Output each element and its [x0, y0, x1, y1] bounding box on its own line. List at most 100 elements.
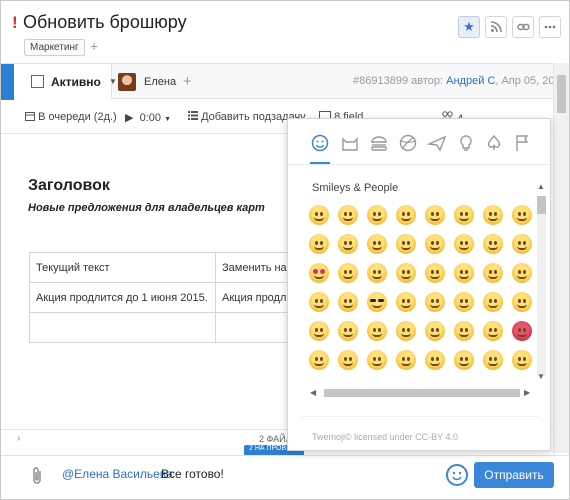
emoji-stuck-out-tongue-closed-icon[interactable] — [483, 263, 503, 283]
author-link[interactable]: Андрей С — [446, 75, 495, 87]
task-window: ! Обновить брошюру Маркетинг + ★ Активно… — [0, 0, 570, 500]
arrow-left-icon[interactable]: ◀ — [310, 388, 316, 397]
emoji-laughing-icon[interactable] — [512, 205, 532, 225]
emoji-neutral-icon[interactable] — [483, 292, 503, 312]
burger-icon[interactable] — [369, 133, 389, 153]
emoji-worried-icon[interactable] — [454, 321, 474, 341]
emoji-no-mouth-icon[interactable] — [454, 292, 474, 312]
scrollbar-thumb[interactable] — [557, 75, 566, 113]
scrollbar-thumb[interactable] — [537, 196, 546, 214]
timer-value: 0:00 — [139, 112, 162, 124]
assignee-name[interactable]: Елена — [144, 76, 176, 88]
priority-mark[interactable]: ! — [12, 13, 18, 33]
status-dropdown[interactable]: Активно ▼ — [14, 64, 117, 99]
spade-icon[interactable] — [484, 133, 504, 153]
emoji-kissing-smiling-icon[interactable] — [396, 263, 416, 283]
emoji-persevere-icon[interactable] — [425, 350, 445, 370]
emoji-horizontal-scrollbar[interactable]: ◀ ▶ — [308, 387, 534, 399]
cat-icon[interactable] — [340, 133, 360, 153]
emoji-nerd-icon[interactable] — [338, 292, 358, 312]
link-button[interactable] — [512, 16, 534, 38]
emoji-smiley-icon[interactable] — [425, 205, 445, 225]
ball-icon[interactable] — [398, 133, 418, 153]
emoji-money-mouth-icon[interactable] — [309, 292, 329, 312]
add-assignee-button[interactable]: + — [183, 73, 192, 90]
emoji-smile-icon[interactable] — [454, 205, 474, 225]
emoji-frowning-icon[interactable] — [396, 350, 416, 370]
emoji-heart-eyes-icon[interactable] — [309, 263, 329, 283]
table-cell[interactable] — [29, 312, 216, 343]
queue-button[interactable]: В очереди (2д.) — [25, 111, 117, 123]
emoji-disappointed-icon[interactable] — [425, 321, 445, 341]
task-title[interactable]: Обновить брошюру — [23, 12, 187, 33]
bulb-icon[interactable] — [456, 133, 476, 153]
comment-text[interactable]: Все готово! — [161, 467, 224, 481]
emoji-flushed-icon[interactable] — [396, 321, 416, 341]
paperclip-icon[interactable] — [31, 466, 45, 486]
send-button[interactable]: Отправить — [474, 462, 554, 488]
emoji-toggle-button[interactable] — [446, 464, 468, 486]
emoji-unamused-icon[interactable] — [309, 321, 329, 341]
scroll-track — [537, 196, 546, 376]
emoji-confused-icon[interactable] — [338, 350, 358, 370]
chevron-right-icon[interactable]: › — [17, 433, 20, 444]
emoji-rolling-eyes-icon[interactable] — [338, 321, 358, 341]
rss-button[interactable] — [485, 16, 507, 38]
emoji-angry-icon[interactable] — [483, 321, 503, 341]
emoji-innocent-icon[interactable] — [309, 234, 329, 254]
emoji-thinking-icon[interactable] — [367, 321, 387, 341]
scrollbar-thumb[interactable] — [324, 389, 520, 397]
emoji-upside-down-icon[interactable] — [425, 234, 445, 254]
author-prefix: автор: — [411, 75, 444, 87]
table-cell[interactable]: Акция продлится до 1 июня 2015. — [29, 282, 216, 313]
table-cell[interactable]: Текущий текст — [29, 252, 216, 283]
emoji-sunglasses-icon[interactable] — [367, 292, 387, 312]
emoji-expressionless-icon[interactable] — [512, 292, 532, 312]
emoji-smirk-icon[interactable] — [425, 292, 445, 312]
emoji-stuck-out-tongue-icon[interactable] — [512, 263, 532, 283]
emoji-kissing-heart-icon[interactable] — [454, 234, 474, 254]
tag-marketing[interactable]: Маркетинг — [24, 39, 85, 56]
arrow-down-icon[interactable]: ▼ — [537, 372, 545, 381]
more-icon — [544, 25, 556, 29]
smiley-icon — [452, 471, 462, 481]
complete-checkbox[interactable] — [31, 75, 44, 88]
emoji-sweat-smile-icon[interactable] — [483, 205, 503, 225]
flag-icon[interactable] — [512, 133, 532, 153]
emoji-kissing-icon[interactable] — [367, 263, 387, 283]
task-header: ! Обновить брошюру Маркетинг + ★ — [1, 1, 569, 63]
emoji-weary-icon[interactable] — [512, 350, 532, 370]
mention-tag[interactable]: @Елена Васильева — [62, 467, 173, 481]
smiley-icon[interactable] — [310, 133, 330, 153]
emoji-vertical-scrollbar[interactable]: ▲ ▼ — [534, 182, 548, 382]
more-button[interactable] — [539, 16, 561, 38]
emoji-tired-icon[interactable] — [483, 350, 503, 370]
emoji-relieved-icon[interactable] — [512, 234, 532, 254]
emoji-confounded-icon[interactable] — [454, 350, 474, 370]
main-scrollbar[interactable] — [553, 63, 569, 453]
plane-icon[interactable] — [427, 133, 447, 153]
emoji-grinning-icon[interactable] — [309, 205, 329, 225]
emoji-pensive-icon[interactable] — [309, 350, 329, 370]
emoji-slightly-frowning-icon[interactable] — [367, 350, 387, 370]
emoji-blush-icon[interactable] — [367, 234, 387, 254]
emoji-hugging-icon[interactable] — [396, 292, 416, 312]
emoji-rage-icon[interactable] — [512, 321, 532, 341]
emoji-wink-icon[interactable] — [338, 234, 358, 254]
arrow-up-icon[interactable]: ▲ — [537, 182, 545, 191]
emoji-slightly-smiling-icon[interactable] — [396, 234, 416, 254]
emoji-kissing-heart-2-icon[interactable] — [338, 263, 358, 283]
picker-divider — [302, 416, 538, 417]
emoji-joy-icon[interactable] — [396, 205, 416, 225]
add-tag-button[interactable]: + — [90, 38, 98, 54]
emoji-stuck-out-tongue-winking-icon[interactable] — [454, 263, 474, 283]
arrow-right-icon[interactable]: ▶ — [524, 388, 530, 397]
queue-label: В очереди (2д.) — [38, 111, 117, 123]
emoji-kissing-closed-eyes-icon[interactable] — [425, 263, 445, 283]
star-button[interactable]: ★ — [458, 16, 480, 38]
emoji-grin-icon[interactable] — [367, 205, 387, 225]
emoji-grimacing-icon[interactable] — [338, 205, 358, 225]
emoji-yum-icon[interactable] — [483, 234, 503, 254]
timer-button[interactable]: ▶ 0:00 ▼ — [125, 111, 171, 124]
avatar[interactable] — [118, 73, 136, 91]
